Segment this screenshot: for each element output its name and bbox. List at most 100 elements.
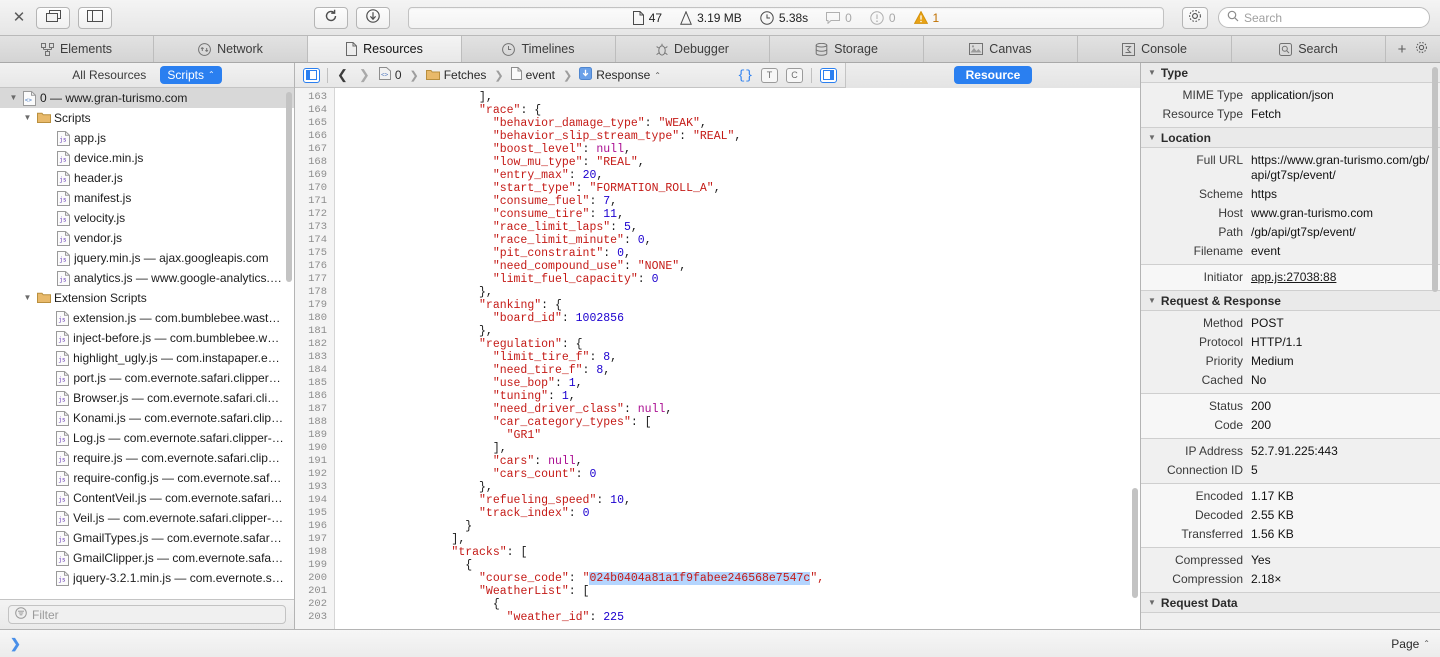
gear-icon[interactable]	[1415, 41, 1428, 57]
tab-elements[interactable]: Elements	[0, 36, 154, 62]
sidebar-scrollbar[interactable]	[286, 92, 292, 282]
tree-item[interactable]: js ContentVeil.js — com.evernote.safari.c…	[0, 488, 294, 508]
tab-canvas[interactable]: Canvas	[924, 36, 1078, 62]
code-line: "board_id": 1002856	[492, 312, 624, 325]
tab-resources[interactable]: Resources	[308, 36, 462, 62]
download-har-button[interactable]	[356, 6, 390, 29]
dock-window-button[interactable]	[36, 6, 70, 29]
tree-item[interactable]: js port.js — com.evernote.safari.clipper-…	[0, 368, 294, 388]
tree-item[interactable]: js require-config.js — com.evernote.safar…	[0, 468, 294, 488]
disclosure-triangle-icon[interactable]: ▼	[1148, 598, 1156, 607]
resource-tree[interactable]: ▼ <> 0 — www.gran-turismo.com ▼ Scripts js app…	[0, 88, 294, 599]
tree-item[interactable]: js Browser.js — com.evernote.safari.clipp…	[0, 388, 294, 408]
console-prompt-icon[interactable]: ❯	[10, 636, 21, 652]
tree-item[interactable]: js manifest.js	[0, 188, 294, 208]
breadcrumb-item-event[interactable]: event ❯	[510, 67, 572, 83]
tree-item[interactable]: js extension.js — com.bumblebee.wastenoti…	[0, 308, 294, 328]
breadcrumb-item-frame[interactable]: <> 0 ❯	[378, 67, 419, 83]
line-number: 186	[308, 390, 327, 402]
disclosure-triangle-icon[interactable]: ▼	[1148, 296, 1156, 305]
debugger-icon	[656, 43, 668, 56]
json-viewer[interactable]: 163 164 165 166 167 168 169 170 171 172 173 174 175 1…	[295, 88, 1140, 629]
disclosure-triangle-icon[interactable]: ▼	[8, 94, 19, 102]
tree-item-label: Scripts	[54, 111, 91, 125]
tree-item[interactable]: ▼ Extension Scripts	[0, 288, 294, 308]
filter-input[interactable]: Filter	[8, 605, 286, 624]
reload-button[interactable]	[314, 6, 348, 29]
console-icon	[1122, 42, 1136, 56]
breadcrumb-item-fetches[interactable]: Fetches ❯	[425, 68, 504, 83]
tree-item[interactable]: js require.js — com.evernote.safari.clipp…	[0, 448, 294, 468]
tree-item[interactable]: ▼ Scripts	[0, 108, 294, 128]
tree-item[interactable]: js velocity.js	[0, 208, 294, 228]
details-section-header[interactable]: ▼ Request Data	[1141, 593, 1440, 613]
line-number-gutter: 163 164 165 166 167 168 169 170 171 172 173 174 175 1…	[295, 88, 335, 629]
tab-search[interactable]: Search	[1232, 36, 1386, 62]
details-row-link[interactable]: app.js:27038:88	[1251, 270, 1432, 285]
tree-item[interactable]: js header.js	[0, 168, 294, 188]
content-pane: ❮ ❯ <> 0 ❯ Fetches ❯ event ❯ Response ⌃ …	[295, 62, 1140, 629]
toggle-sidebar-right-button[interactable]	[820, 67, 837, 83]
resource-details-sidebar[interactable]: ▼ Type MIME Type application/json Resource T…	[1140, 63, 1440, 629]
tree-item[interactable]: js Konami.js — com.evernote.safari.clippe…	[0, 408, 294, 428]
tab-timelines[interactable]: Timelines	[462, 36, 616, 62]
line-number: 185	[308, 377, 327, 389]
tree-item[interactable]: js Veil.js — com.evernote.safari.clipper-…	[0, 508, 294, 528]
global-search-field[interactable]: Search	[1218, 7, 1430, 28]
details-section-header[interactable]: ▼ Type	[1141, 63, 1440, 83]
tree-item[interactable]: js Log.js — com.evernote.safari.clipper-q…	[0, 428, 294, 448]
code-line: ],	[451, 533, 466, 546]
tree-item-label: Konami.js — com.evernote.safari.clipper-…	[73, 411, 284, 425]
disclosure-triangle-icon[interactable]: ▼	[22, 294, 33, 302]
tree-item[interactable]: js GmailClipper.js — com.evernote.safari.…	[0, 548, 294, 568]
filter-placeholder: Filter	[32, 607, 59, 622]
code-scrollbar[interactable]	[1132, 488, 1138, 598]
show-type-button[interactable]: T	[761, 67, 778, 83]
resource-button[interactable]: Resource	[953, 66, 1033, 84]
svg-text:js: js	[58, 316, 66, 323]
close-inspector-button[interactable]: ✕	[10, 9, 28, 27]
tree-item[interactable]: js analytics.js — www.google-analytics.c…	[0, 268, 294, 288]
tree-item[interactable]: js jquery-3.2.1.min.js — com.evernote.saf…	[0, 568, 294, 588]
pretty-print-button[interactable]: {}	[737, 68, 753, 83]
disclosure-triangle-icon[interactable]: ▼	[1148, 68, 1156, 77]
tree-item[interactable]: js device.min.js	[0, 148, 294, 168]
js-icon: js	[57, 210, 70, 226]
details-section-header[interactable]: ▼ Request & Response	[1141, 291, 1440, 311]
tree-item[interactable]: js vendor.js	[0, 228, 294, 248]
inspector-settings-button[interactable]	[1182, 6, 1208, 29]
scripts-scope-button[interactable]: Scripts ⌃	[160, 66, 222, 84]
gear-icon	[1188, 9, 1202, 26]
chevron-updown-icon[interactable]: ⌃	[654, 71, 661, 80]
tree-item[interactable]: js inject-before.js — com.bumblebee.waste…	[0, 328, 294, 348]
disclosure-triangle-icon[interactable]: ▼	[1148, 133, 1156, 142]
tab-debugger[interactable]: Debugger	[616, 36, 770, 62]
tree-item[interactable]: js app.js	[0, 128, 294, 148]
page-selector[interactable]: Page ⌃	[1391, 637, 1430, 651]
toggle-sidebar-left-button[interactable]	[303, 67, 320, 83]
details-section-header[interactable]: ▼ Location	[1141, 128, 1440, 148]
show-compressed-button[interactable]: C	[786, 67, 803, 83]
add-tab-icon[interactable]: +	[1398, 42, 1407, 57]
details-row-value: https	[1251, 187, 1278, 201]
tab-storage[interactable]: Storage	[770, 36, 924, 62]
code-line: },	[479, 481, 493, 494]
tree-item[interactable]: ▼ <> 0 — www.gran-turismo.com	[0, 88, 294, 108]
details-scrollbar[interactable]	[1432, 67, 1438, 292]
tree-item[interactable]: js GmailTypes.js — com.evernote.safari.cl…	[0, 528, 294, 548]
dock-side-button[interactable]	[78, 6, 112, 29]
stat-log-count[interactable]: 0	[826, 11, 852, 25]
all-resources-button[interactable]: All Resources	[72, 68, 146, 82]
stat-error-count[interactable]: 0	[870, 11, 896, 25]
back-button[interactable]: ❮	[335, 67, 350, 83]
tree-item[interactable]: js highlight_ugly.js — com.instapaper.ext…	[0, 348, 294, 368]
breadcrumb-item-response[interactable]: Response ⌃	[579, 67, 661, 83]
json-code-content[interactable]: ], "race": { "behavior_damage_type": "WE…	[335, 88, 1140, 629]
disclosure-triangle-icon[interactable]: ▼	[22, 114, 33, 122]
tree-item[interactable]: js jquery.min.js — ajax.googleapis.com	[0, 248, 294, 268]
tree-item-label: Extension Scripts	[54, 291, 147, 305]
tab-network[interactable]: Network	[154, 36, 308, 62]
forward-button[interactable]: ❯	[357, 67, 372, 83]
tab-console[interactable]: Console	[1078, 36, 1232, 62]
stat-warning-count[interactable]: 1	[913, 11, 939, 25]
